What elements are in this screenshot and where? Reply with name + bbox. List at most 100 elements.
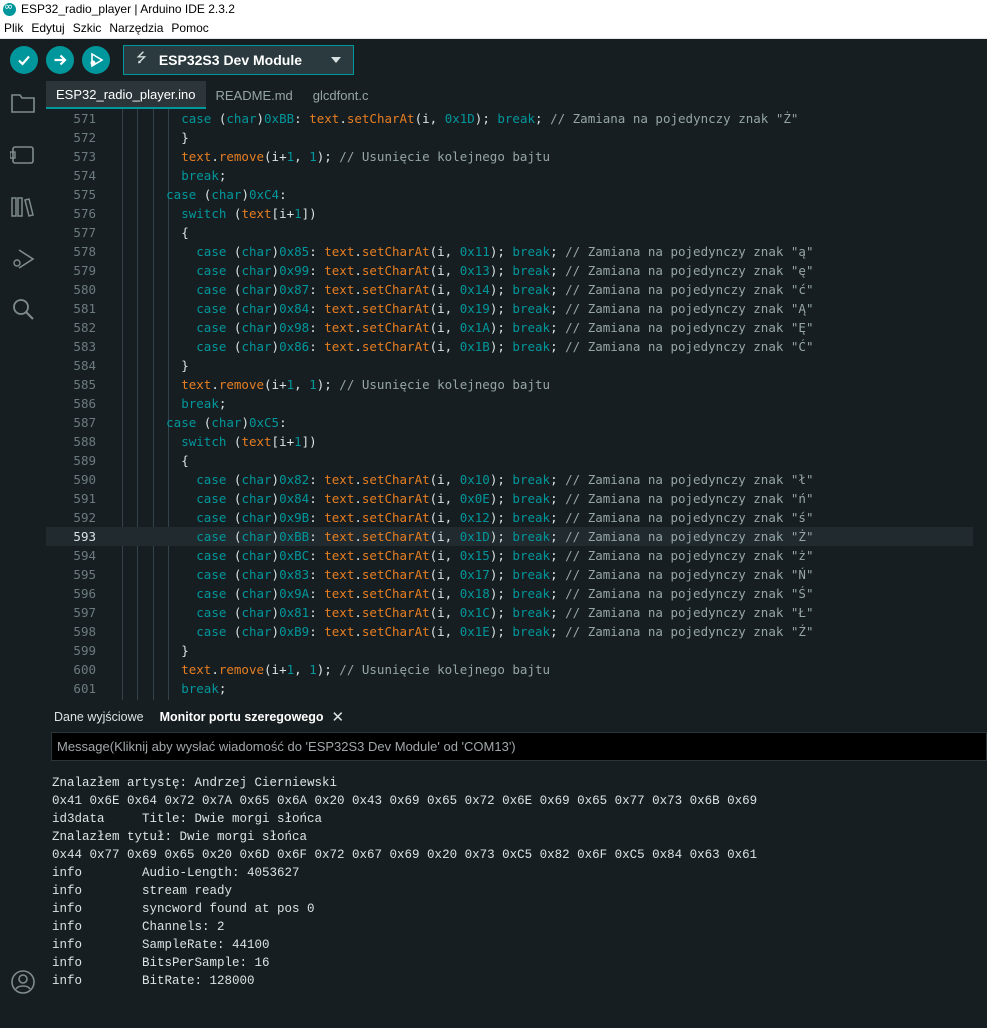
search-icon (13, 299, 34, 320)
verify-button[interactable] (10, 46, 38, 74)
code-text: break; (181, 168, 227, 183)
code-text: case (char)0xBB: text.setCharAt(i, 0x1D)… (196, 529, 814, 544)
code-lines: 571 case (char)0xBB: text.setCharAt(i, 0… (46, 109, 987, 698)
code-line[interactable]: 591 case (char)0x84: text.setCharAt(i, 0… (46, 489, 987, 508)
line-number: 574 (73, 168, 96, 183)
search-button[interactable] (9, 295, 37, 323)
upload-button[interactable] (46, 46, 74, 74)
code-text: case (char)0xC5: (166, 415, 287, 430)
account-button[interactable] (9, 968, 37, 996)
code-text: } (121, 130, 189, 145)
code-text: switch (text[i+1]) (181, 434, 317, 449)
serial-output-line: info Audio-Length: 4053627 (52, 866, 300, 880)
debug-panel-button[interactable] (9, 245, 37, 273)
code-line[interactable]: 593 case (char)0xBB: text.setCharAt(i, 0… (46, 527, 987, 546)
line-number: 577 (73, 225, 96, 240)
board-selector[interactable]: ⭍ ESP32S3 Dev Module (123, 45, 354, 75)
sketchbook-button[interactable] (9, 89, 37, 117)
code-text: break; (181, 681, 227, 696)
line-number: 573 (73, 149, 96, 164)
tab-serial-monitor[interactable]: Monitor portu szeregowego ✕ (152, 705, 352, 729)
line-number: 581 (73, 301, 96, 316)
debug-icon (90, 52, 104, 68)
line-number: 594 (73, 548, 96, 563)
serial-output-line: info SampleRate: 44100 (52, 938, 270, 952)
code-line[interactable]: 576 switch (text[i+1]) (46, 204, 987, 223)
code-line[interactable]: 574 break; (46, 166, 987, 185)
menu-plik[interactable]: Plik (4, 21, 23, 35)
code-line[interactable]: 585 text.remove(i+1, 1); // Usunięcie ko… (46, 375, 987, 394)
code-line[interactable]: 581 case (char)0x84: text.setCharAt(i, 0… (46, 299, 987, 318)
line-number: 587 (73, 415, 96, 430)
code-line[interactable]: 575 case (char)0xC4: (46, 185, 987, 204)
code-line[interactable]: 587 case (char)0xC5: (46, 413, 987, 432)
serial-message-input[interactable] (51, 732, 987, 761)
code-editor[interactable]: 571 case (char)0xBB: text.setCharAt(i, 0… (46, 109, 987, 700)
code-line[interactable]: 589 { (46, 451, 987, 470)
panel-tabs: Dane wyjściowe Monitor portu szeregowego… (46, 705, 987, 729)
code-line[interactable]: 590 case (char)0x82: text.setCharAt(i, 0… (46, 470, 987, 489)
code-line[interactable]: 588 switch (text[i+1]) (46, 432, 987, 451)
code-text: case (char)0x9B: text.setCharAt(i, 0x12)… (196, 510, 814, 525)
code-line[interactable]: 601 break; (46, 679, 987, 698)
tab-readme[interactable]: README.md (206, 81, 303, 109)
code-text: case (char)0x9A: text.setCharAt(i, 0x18)… (196, 586, 814, 601)
line-number: 599 (73, 643, 96, 658)
serial-output-line: Znalazłem artystę: Andrzej Cierniewski (52, 776, 338, 790)
code-line[interactable]: 583 case (char)0x86: text.setCharAt(i, 0… (46, 337, 987, 356)
tab-glcdfont[interactable]: glcdfont.c (303, 81, 379, 109)
code-line[interactable]: 586 break; (46, 394, 987, 413)
serial-output-line: info syncword found at pos 0 (52, 902, 315, 916)
line-number: 589 (73, 453, 96, 468)
debug-button[interactable] (82, 46, 110, 74)
code-text: switch (text[i+1]) (181, 206, 317, 221)
menu-szkic[interactable]: Szkic (73, 21, 102, 35)
code-text: case (char)0x86: text.setCharAt(i, 0x1B)… (196, 339, 814, 354)
line-number: 590 (73, 472, 96, 487)
menu-pomoc[interactable]: Pomoc (171, 21, 208, 35)
line-number: 579 (73, 263, 96, 278)
code-text: case (char)0xB9: text.setCharAt(i, 0x1E)… (196, 624, 814, 639)
menu-narzedzia[interactable]: Narzędzia (109, 21, 163, 35)
boards-manager-button[interactable] (9, 141, 37, 169)
code-line[interactable]: 572 } (46, 128, 987, 147)
code-line[interactable]: 578 case (char)0x85: text.setCharAt(i, 0… (46, 242, 987, 261)
code-line[interactable]: 573 text.remove(i+1, 1); // Usunięcie ko… (46, 147, 987, 166)
serial-output-line: info BitsPerSample: 16 (52, 956, 270, 970)
line-number: 571 (73, 111, 96, 126)
menu-edytuj[interactable]: Edytuj (31, 21, 64, 35)
code-text: case (char)0x99: text.setCharAt(i, 0x13)… (196, 263, 814, 278)
serial-output-line: id3data Title: Dwie morgi słońca (52, 812, 323, 826)
code-line[interactable]: 571 case (char)0xBB: text.setCharAt(i, 0… (46, 109, 987, 128)
serial-output-line: 0x44 0x77 0x69 0x65 0x20 0x6D 0x6F 0x72 … (52, 848, 758, 862)
editor-scrollbar[interactable] (973, 109, 987, 700)
code-line[interactable]: 594 case (char)0xBC: text.setCharAt(i, 0… (46, 546, 987, 565)
line-number: 580 (73, 282, 96, 297)
tab-esp32-radio-player[interactable]: ESP32_radio_player.ino (46, 81, 206, 109)
code-line[interactable]: 582 case (char)0x98: text.setCharAt(i, 0… (46, 318, 987, 337)
tab-output[interactable]: Dane wyjściowe (46, 705, 152, 729)
code-line[interactable]: 599 } (46, 641, 987, 660)
code-line[interactable]: 580 case (char)0x87: text.setCharAt(i, 0… (46, 280, 987, 299)
code-line[interactable]: 597 case (char)0x81: text.setCharAt(i, 0… (46, 603, 987, 622)
code-line[interactable]: 584 } (46, 356, 987, 375)
line-number: 584 (73, 358, 96, 373)
line-number: 598 (73, 624, 96, 639)
code-line[interactable]: 600 text.remove(i+1, 1); // Usunięcie ko… (46, 660, 987, 679)
code-line[interactable]: 595 case (char)0x83: text.setCharAt(i, 0… (46, 565, 987, 584)
arrow-right-icon (54, 54, 67, 66)
line-number: 576 (73, 206, 96, 221)
code-line[interactable]: 579 case (char)0x99: text.setCharAt(i, 0… (46, 261, 987, 280)
code-text: text.remove(i+1, 1); // Usunięcie kolejn… (181, 377, 551, 392)
code-line[interactable]: 596 case (char)0x9A: text.setCharAt(i, 0… (46, 584, 987, 603)
code-line[interactable]: 598 case (char)0xB9: text.setCharAt(i, 0… (46, 622, 987, 641)
window-title: ESP32_radio_player | Arduino IDE 2.3.2 (21, 2, 235, 16)
code-line[interactable]: 577 { (46, 223, 987, 242)
code-line[interactable]: 592 case (char)0x9B: text.setCharAt(i, 0… (46, 508, 987, 527)
library-manager-button[interactable] (9, 193, 37, 221)
close-icon[interactable]: ✕ (332, 708, 345, 726)
line-number: 592 (73, 510, 96, 525)
editor-tabs: ESP32_radio_player.ino README.md glcdfon… (46, 81, 987, 109)
serial-output-line: 0x41 0x6E 0x64 0x72 0x7A 0x65 0x6A 0x20 … (52, 794, 758, 808)
code-text: case (char)0x84: text.setCharAt(i, 0x0E)… (196, 491, 814, 506)
